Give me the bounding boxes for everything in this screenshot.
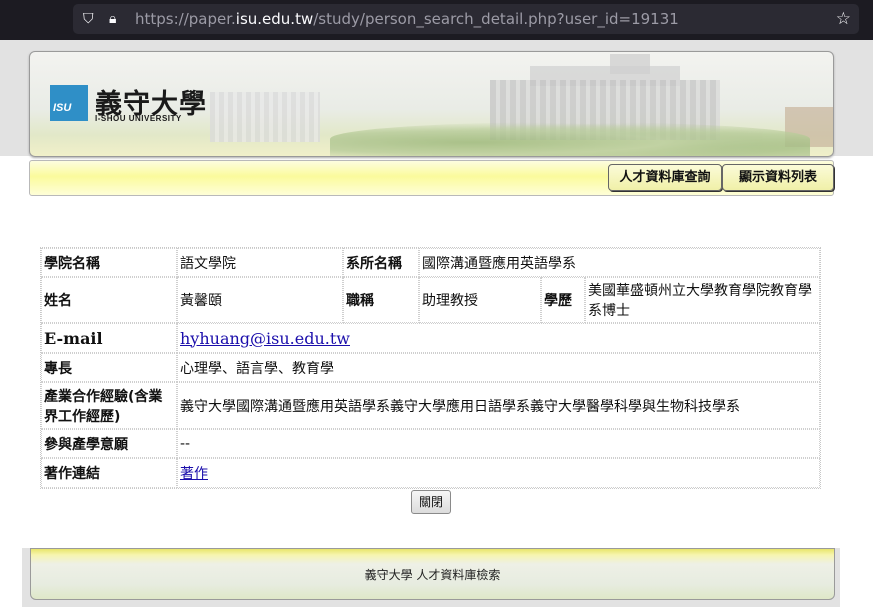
- show-list-button[interactable]: 顯示資料列表: [722, 164, 834, 191]
- table-row: 參與產學意願 --: [41, 429, 820, 458]
- college-value: 語文學院: [177, 248, 343, 277]
- shield-icon[interactable]: ⛉: [83, 11, 94, 27]
- degree-label: 學歷: [541, 277, 585, 323]
- close-button[interactable]: 關閉: [411, 490, 451, 514]
- college-label: 學院名稱: [41, 248, 177, 277]
- browser-toolbar: ⛉ 🔒︎ https://paper.isu.edu.tw/study/pers…: [0, 0, 873, 40]
- table-row: 學院名稱 語文學院 系所名稱 國際溝通暨應用英語學系: [41, 248, 820, 277]
- site-banner: ISU 義守大學 I-SHOU UNIVERSITY: [29, 51, 834, 157]
- site-footer: 義守大學 人才資料庫檢索: [30, 548, 835, 600]
- works-label: 著作連結: [41, 458, 177, 488]
- email-label: E-mail: [41, 323, 177, 353]
- url-text[interactable]: https://paper.isu.edu.tw/study/person_se…: [135, 10, 679, 28]
- works-link[interactable]: 著作: [180, 466, 208, 482]
- lock-icon[interactable]: 🔒︎: [109, 11, 116, 27]
- table-row: E-mail hyhuang@isu.edu.tw: [41, 323, 820, 353]
- university-name-en: I-SHOU UNIVERSITY: [95, 114, 182, 123]
- talent-search-button[interactable]: 人才資料庫查詢: [608, 164, 722, 191]
- degree-value: 美國華盛頓州立大學教育學院教育學系博士: [585, 277, 820, 323]
- isu-logo-icon: ISU: [50, 85, 88, 121]
- dept-label: 系所名稱: [343, 248, 419, 277]
- name-value: 黃馨頤: [177, 277, 343, 323]
- nav-bar: 人才資料庫查詢 顯示資料列表: [29, 160, 834, 196]
- name-label: 姓名: [41, 277, 177, 323]
- address-bar[interactable]: ⛉ 🔒︎ https://paper.isu.edu.tw/study/pers…: [73, 4, 859, 34]
- table-row: 著作連結 著作: [41, 458, 820, 488]
- profile-table: 學院名稱 語文學院 系所名稱 國際溝通暨應用英語學系 姓名 黃馨頤 職稱 助理教…: [40, 247, 821, 489]
- dept-value: 國際溝通暨應用英語學系: [419, 248, 820, 277]
- expertise-value: 心理學、語言學、教育學: [177, 353, 820, 382]
- footer-text: 義守大學 人才資料庫檢索: [364, 568, 501, 582]
- industry-label: 產業合作經驗(含業界工作經歷): [41, 382, 177, 429]
- willingness-label: 參與產學意願: [41, 429, 177, 458]
- email-link[interactable]: hyhuang@isu.edu.tw: [180, 329, 350, 348]
- expertise-label: 專長: [41, 353, 177, 382]
- table-row: 姓名 黃馨頤 職稱 助理教授 學歷 美國華盛頓州立大學教育學院教育學系博士: [41, 277, 820, 323]
- campus-trees: [330, 122, 810, 156]
- table-row: 專長 心理學、語言學、教育學: [41, 353, 820, 382]
- bookmark-star-icon[interactable]: ☆: [836, 9, 851, 29]
- campus-building: [210, 92, 320, 142]
- title-value: 助理教授: [419, 277, 541, 323]
- title-label: 職稱: [343, 277, 419, 323]
- campus-building: [610, 54, 650, 74]
- industry-value: 義守大學國際溝通暨應用英語學系義守大學應用日語學系義守大學醫學科學與生物科技學系: [177, 382, 820, 429]
- willingness-value: --: [177, 429, 820, 458]
- table-row: 產業合作經驗(含業界工作經歷) 義守大學國際溝通暨應用英語學系義守大學應用日語學…: [41, 382, 820, 429]
